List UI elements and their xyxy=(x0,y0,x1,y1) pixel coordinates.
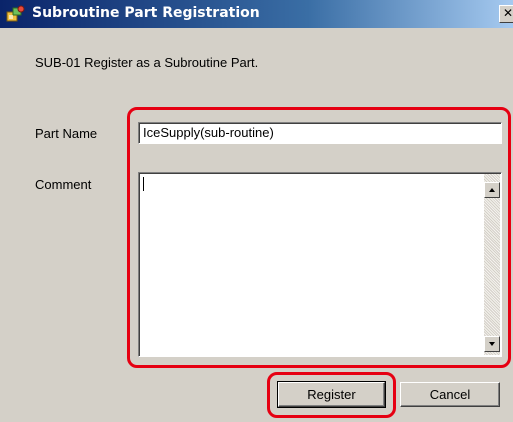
part-name-value: IceSupply(sub-routine) xyxy=(143,125,274,140)
cancel-button[interactable]: Cancel xyxy=(400,382,500,407)
window-title: Subroutine Part Registration xyxy=(32,5,260,21)
title-bar[interactable]: Subroutine Part Registration ✕ xyxy=(0,0,513,28)
part-name-input[interactable]: IceSupply(sub-routine) xyxy=(138,122,502,144)
register-button[interactable]: Register xyxy=(277,381,386,408)
instruction-text: SUB-01 Register as a Subroutine Part. xyxy=(35,55,259,70)
comment-label: Comment xyxy=(35,177,92,192)
close-icon[interactable]: ✕ xyxy=(499,5,513,23)
parts-icon xyxy=(6,5,26,23)
registration-dialog: Subroutine Part Registration ✕ SUB-01 Re… xyxy=(0,0,513,422)
scroll-down-arrow-icon[interactable] xyxy=(484,336,500,352)
scroll-up-arrow-icon[interactable] xyxy=(484,182,500,198)
comment-textarea[interactable] xyxy=(138,172,502,357)
text-caret xyxy=(143,177,144,191)
comment-scrollbar[interactable] xyxy=(484,174,500,355)
part-name-label: Part Name xyxy=(35,126,98,141)
